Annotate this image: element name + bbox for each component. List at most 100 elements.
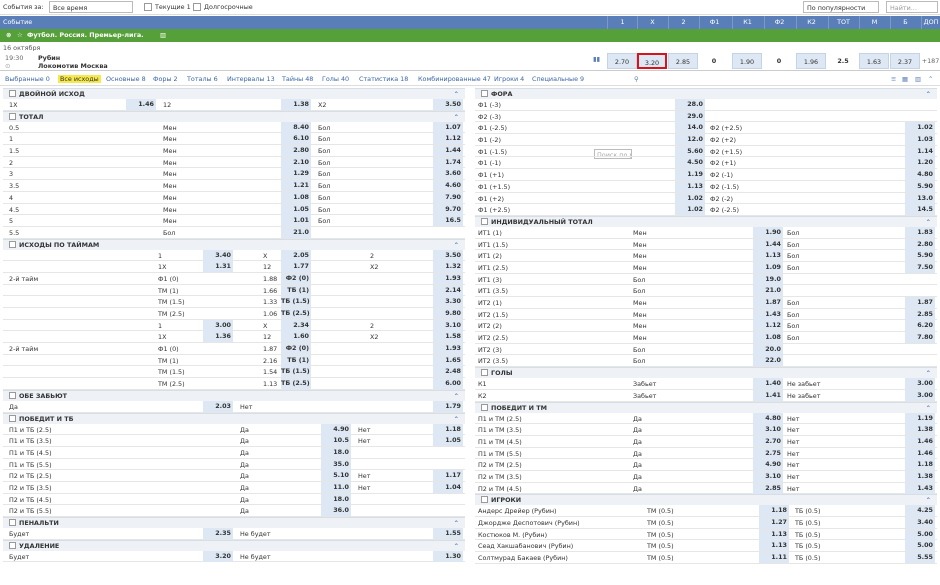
odd-value[interactable]: 1.19 <box>675 169 705 181</box>
chart-icon[interactable]: ▮▮ <box>593 55 600 63</box>
odd-value[interactable]: ТБ (2.5) <box>281 308 311 319</box>
odd-value[interactable]: 8.40 <box>281 121 311 133</box>
odd-value[interactable]: 1.05 <box>433 435 463 447</box>
odd-value[interactable]: 2.35 <box>203 528 233 539</box>
odd-value[interactable]: 16.5 <box>433 215 463 227</box>
odd-value[interactable]: 1.46 <box>905 435 935 447</box>
section-checkbox[interactable] <box>9 541 16 549</box>
section-checkbox[interactable] <box>9 391 16 399</box>
odd-value[interactable]: 1.08 <box>753 332 783 344</box>
market-tab-0[interactable]: Выбранные 0 <box>5 75 50 83</box>
section-checkbox[interactable] <box>9 240 16 248</box>
odd-value[interactable]: 1.09 <box>753 261 783 273</box>
search-icon[interactable]: ⚲ <box>634 75 639 83</box>
odd-value[interactable]: 5.00 <box>905 540 935 552</box>
league-bar[interactable]: ⊗ ☆ Футбол. Россия. Премьер-лига. ▥ <box>0 29 940 42</box>
odd-value[interactable]: 3.10 <box>753 424 783 436</box>
odd-value[interactable]: 3.00 <box>203 319 233 331</box>
odd-value[interactable]: 1.02 <box>675 192 705 204</box>
section-checkbox[interactable] <box>481 403 488 411</box>
match-odd-8[interactable]: 1.63 <box>859 53 889 69</box>
odd-value[interactable]: 3.50 <box>433 99 463 110</box>
market-tab-2[interactable]: Основные 8 <box>106 75 146 83</box>
odd-value[interactable]: 1.13 <box>759 540 789 552</box>
odd-value[interactable]: 20.0 <box>753 343 783 355</box>
section-checkbox[interactable] <box>9 414 16 422</box>
odd-value[interactable]: 3.40 <box>203 249 233 261</box>
odd-value[interactable]: 2.05 <box>281 249 311 261</box>
layout-columns-icon[interactable]: ▥ <box>915 75 921 83</box>
section-35[interactable]: ИГРОКИ ⌃ <box>475 494 937 506</box>
section-26[interactable]: ОБЕ ЗАБЬЮТ ⌃ <box>3 389 465 401</box>
odd-value[interactable]: Ф2 (0) <box>281 343 311 355</box>
market-tab-5[interactable]: Интервалы 13 <box>227 75 275 83</box>
match-odd-6[interactable]: 1.96 <box>796 53 826 69</box>
odd-value[interactable]: 2.14 <box>433 284 463 296</box>
market-tab-6[interactable]: Тайны 48 <box>282 75 313 83</box>
odd-value[interactable]: 1.38 <box>905 470 935 482</box>
odd-value[interactable]: 10.5 <box>321 435 351 447</box>
odd-value[interactable]: 19.0 <box>753 273 783 285</box>
odd-value[interactable]: 1.14 <box>905 145 935 157</box>
odd-value[interactable]: 5.60 <box>675 145 705 157</box>
odd-value[interactable]: 21.0 <box>753 285 783 297</box>
odd-value[interactable]: 3.50 <box>433 249 463 261</box>
odd-value[interactable]: 13.0 <box>905 192 935 204</box>
odd-value[interactable]: 2.34 <box>281 319 311 331</box>
odd-value[interactable]: 2.85 <box>753 482 783 494</box>
star-icon[interactable]: ☆ <box>17 29 23 42</box>
odd-value[interactable]: ТБ (1) <box>281 354 311 366</box>
odd-value[interactable]: 1.87 <box>905 297 935 308</box>
section-checkbox[interactable] <box>481 369 488 377</box>
odd-value[interactable]: 1.38 <box>281 99 311 110</box>
market-tab-3[interactable]: Форы 2 <box>153 75 178 83</box>
match-odd-5[interactable]: 0 <box>764 53 794 69</box>
odd-value[interactable]: 11.0 <box>321 481 351 493</box>
odd-value[interactable]: 14.5 <box>905 204 935 216</box>
section-0[interactable]: ФОРА ⌃ <box>475 88 937 99</box>
odd-value[interactable]: 1.83 <box>905 226 935 238</box>
match-odd-3[interactable]: 0 <box>699 53 729 69</box>
section-0[interactable]: ДВОЙНОЙ ИСХОД ⌃ <box>3 88 465 99</box>
stats-icon[interactable]: ▥ <box>160 29 166 42</box>
odd-value[interactable]: 5.90 <box>905 250 935 262</box>
market-tab-1[interactable]: Все исходы <box>58 75 101 83</box>
odd-value[interactable]: 7.80 <box>905 332 935 344</box>
odd-value[interactable]: 1.93 <box>433 343 463 355</box>
odd-value[interactable]: 4.90 <box>753 459 783 471</box>
odd-value[interactable]: 1.18 <box>759 505 789 517</box>
odd-value[interactable]: 3.00 <box>905 378 935 390</box>
odd-value[interactable]: 1.05 <box>281 203 311 215</box>
section-checkbox[interactable] <box>9 519 16 526</box>
market-tab-11[interactable]: Специальные 9 <box>532 75 584 83</box>
market-tab-4[interactable]: Тоталы 6 <box>187 75 218 83</box>
odd-value[interactable]: 1.36 <box>203 331 233 343</box>
odd-value[interactable]: 1.55 <box>433 528 463 539</box>
market-tab-7[interactable]: Голы 40 <box>322 75 349 83</box>
odd-value[interactable]: 1.46 <box>126 99 156 110</box>
odd-value[interactable]: ТБ (2.5) <box>281 378 311 390</box>
odd-value[interactable]: 18.0 <box>321 446 351 458</box>
odd-value[interactable]: 1.41 <box>753 389 783 401</box>
odd-value[interactable]: 2.80 <box>281 145 311 157</box>
odd-value[interactable]: 21.0 <box>281 226 311 238</box>
odd-value[interactable]: 3.20 <box>203 550 233 562</box>
odd-value[interactable]: 1.17 <box>433 470 463 482</box>
odd-value[interactable]: 1.03 <box>905 134 935 146</box>
longterm-checkbox[interactable] <box>193 3 201 11</box>
odd-value[interactable]: 1.46 <box>905 447 935 459</box>
odd-value[interactable]: ТБ (1.5) <box>281 296 311 308</box>
odd-value[interactable]: 7.50 <box>905 261 935 273</box>
odd-value[interactable]: 1.20 <box>905 157 935 169</box>
odd-value[interactable]: 3.10 <box>753 470 783 482</box>
odd-value[interactable]: 4.80 <box>905 169 935 181</box>
odd-value[interactable]: 1.02 <box>905 122 935 134</box>
odd-value[interactable]: 1.13 <box>675 180 705 192</box>
odd-value[interactable]: 4.80 <box>753 412 783 424</box>
odd-value[interactable]: 3.60 <box>433 168 463 180</box>
info-icon[interactable]: ⊙ <box>5 62 10 70</box>
odd-value[interactable]: 1.18 <box>905 459 935 471</box>
section-checkbox[interactable] <box>9 112 16 120</box>
odd-value[interactable]: 5.00 <box>905 528 935 540</box>
odd-value[interactable]: 4.60 <box>433 180 463 192</box>
